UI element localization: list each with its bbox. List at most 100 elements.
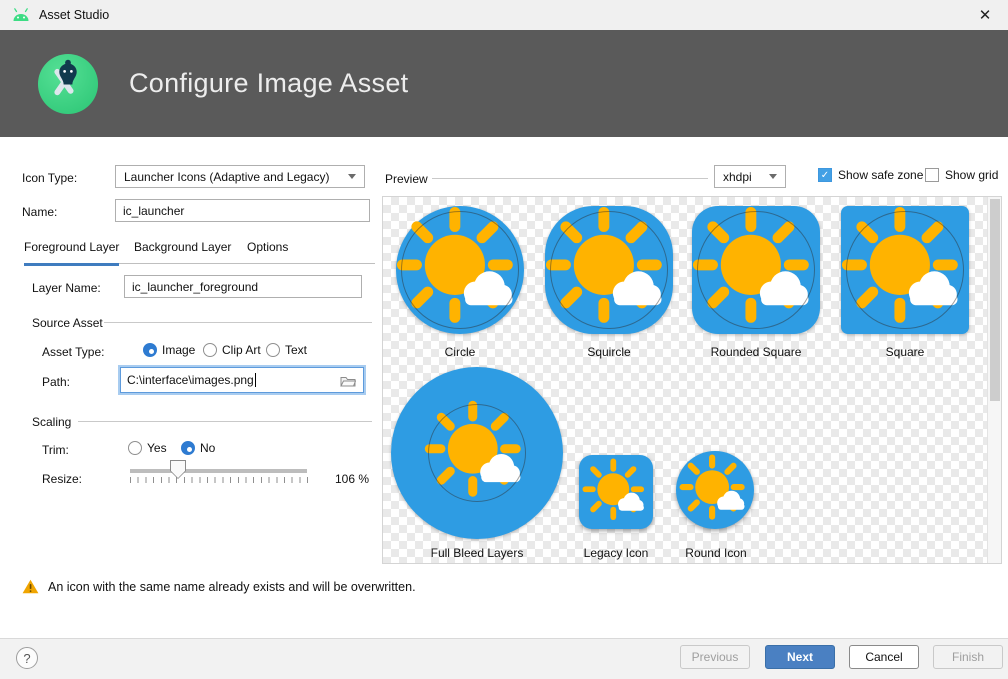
sun-cloud-icon — [841, 206, 969, 334]
android-head-icon — [11, 7, 31, 23]
show-grid-checkbox[interactable]: Show grid — [925, 168, 998, 182]
safe-zone-ring — [401, 211, 519, 329]
tile-label: Square — [886, 345, 925, 359]
asset-type-label: Asset Type: — [42, 345, 104, 359]
preview-tile-round — [676, 451, 754, 529]
browse-folder-button[interactable] — [339, 372, 357, 388]
safe-zone-ring — [550, 211, 668, 329]
safe-zone-ring — [428, 404, 526, 502]
radio-text-label: Text — [285, 343, 307, 357]
resize-label: Resize: — [42, 472, 82, 486]
radio-dot-icon — [266, 343, 280, 357]
tile-label: Round Icon — [656, 546, 776, 560]
preview-tile-rounded-square: Rounded Square — [692, 206, 820, 359]
icon-type-value: Launcher Icons (Adaptive and Legacy) — [124, 170, 329, 184]
tab-background-layer[interactable]: Background Layer — [134, 240, 231, 264]
warning-text: An icon with the same name already exist… — [48, 580, 416, 594]
resize-slider-track[interactable] — [130, 469, 307, 473]
text-caret — [255, 373, 256, 387]
show-grid-label: Show grid — [945, 168, 998, 182]
sun-cloud-icon — [582, 458, 650, 526]
question-mark-icon: ? — [23, 651, 30, 666]
tab-options[interactable]: Options — [247, 240, 288, 264]
preview-tile-circle: Circle — [396, 206, 524, 359]
preview-canvas: Circle Squircle Rounded Square Square — [382, 196, 1002, 564]
density-select[interactable]: xhdpi — [714, 165, 786, 188]
android-studio-logo-icon — [37, 53, 99, 115]
preview-scrollbar[interactable] — [987, 197, 1001, 563]
window-title: Asset Studio — [39, 8, 109, 22]
help-button[interactable]: ? — [16, 647, 38, 669]
sun-cloud-icon — [396, 206, 524, 334]
page-title: Configure Image Asset — [129, 68, 408, 99]
checkbox-box-icon — [925, 168, 939, 182]
tile-label: Rounded Square — [711, 345, 802, 359]
warning-icon — [22, 579, 39, 594]
radio-clip-art-label: Clip Art — [222, 343, 261, 357]
previous-button[interactable]: Previous — [680, 645, 750, 669]
preview-tile-full-bleed — [391, 367, 563, 539]
path-value: C:\interface\images.png — [127, 373, 254, 387]
layer-name-value: ic_launcher_foreground — [132, 280, 258, 294]
radio-dot-icon — [181, 441, 195, 455]
radio-dot-icon — [128, 441, 142, 455]
radio-trim-no-label: No — [200, 441, 215, 455]
layer-tabs: Foreground Layer Background Layer Option… — [24, 240, 375, 264]
dialog-header: Configure Image Asset — [0, 30, 1008, 137]
density-value: xhdpi — [723, 170, 752, 184]
asset-studio-dialog: Asset Studio ✕ Configure Image Asset Ico… — [0, 0, 1008, 679]
safe-zone-ring — [846, 211, 964, 329]
radio-trim-yes[interactable]: Yes — [128, 441, 167, 455]
safe-zone-ring — [697, 211, 815, 329]
scaling-divider — [78, 421, 372, 422]
radio-trim-yes-label: Yes — [147, 441, 167, 455]
radio-text[interactable]: Text — [266, 343, 307, 357]
path-input[interactable]: C:\interface\images.png — [120, 367, 364, 393]
preview-tile-legacy — [579, 455, 653, 529]
chevron-down-icon — [769, 174, 777, 179]
resize-value: 106 % — [335, 472, 369, 486]
radio-image-label: Image — [162, 343, 195, 357]
sun-cloud-icon — [545, 206, 673, 334]
name-label: Name: — [22, 205, 57, 219]
source-asset-divider — [104, 322, 372, 323]
title-bar: Asset Studio ✕ — [0, 0, 1008, 30]
preview-tile-squircle: Squircle — [545, 206, 673, 359]
scaling-section-label: Scaling — [32, 415, 71, 429]
sun-cloud-icon — [679, 454, 751, 526]
tab-foreground-layer[interactable]: Foreground Layer — [24, 240, 119, 264]
close-button[interactable]: ✕ — [962, 0, 1008, 30]
path-label: Path: — [42, 375, 70, 389]
radio-image[interactable]: Image — [143, 343, 195, 357]
finish-button[interactable]: Finish — [933, 645, 1003, 669]
layer-name-input[interactable]: ic_launcher_foreground — [124, 275, 362, 298]
radio-clip-art[interactable]: Clip Art — [203, 343, 261, 357]
icon-type-label: Icon Type: — [22, 171, 77, 185]
tile-label: Full Bleed Layers — [391, 546, 563, 560]
icon-type-select[interactable]: Launcher Icons (Adaptive and Legacy) — [115, 165, 365, 188]
show-safe-zone-checkbox[interactable]: ✓ Show safe zone — [818, 168, 923, 182]
tile-label: Squircle — [587, 345, 630, 359]
source-asset-section-label: Source Asset — [32, 316, 103, 330]
sun-cloud-icon — [692, 206, 820, 334]
cancel-button[interactable]: Cancel — [849, 645, 919, 669]
folder-icon — [340, 374, 356, 387]
radio-dot-icon — [203, 343, 217, 357]
tile-label: Circle — [445, 345, 476, 359]
layer-name-label: Layer Name: — [32, 281, 101, 295]
checkbox-check-icon: ✓ — [818, 168, 832, 182]
close-icon: ✕ — [979, 6, 992, 24]
scrollbar-thumb[interactable] — [990, 199, 1000, 401]
name-input[interactable]: ic_launcher — [115, 199, 370, 222]
resize-slider-ticks — [130, 477, 310, 483]
warning-message: An icon with the same name already exist… — [22, 579, 416, 594]
radio-trim-no[interactable]: No — [181, 441, 215, 455]
trim-label: Trim: — [42, 443, 69, 457]
radio-dot-icon — [143, 343, 157, 357]
preview-tile-square: Square — [841, 206, 969, 359]
show-safe-zone-label: Show safe zone — [838, 168, 923, 182]
chevron-down-icon — [348, 174, 356, 179]
preview-section-label: Preview — [385, 172, 428, 186]
preview-divider — [432, 178, 708, 179]
next-button[interactable]: Next — [765, 645, 835, 669]
